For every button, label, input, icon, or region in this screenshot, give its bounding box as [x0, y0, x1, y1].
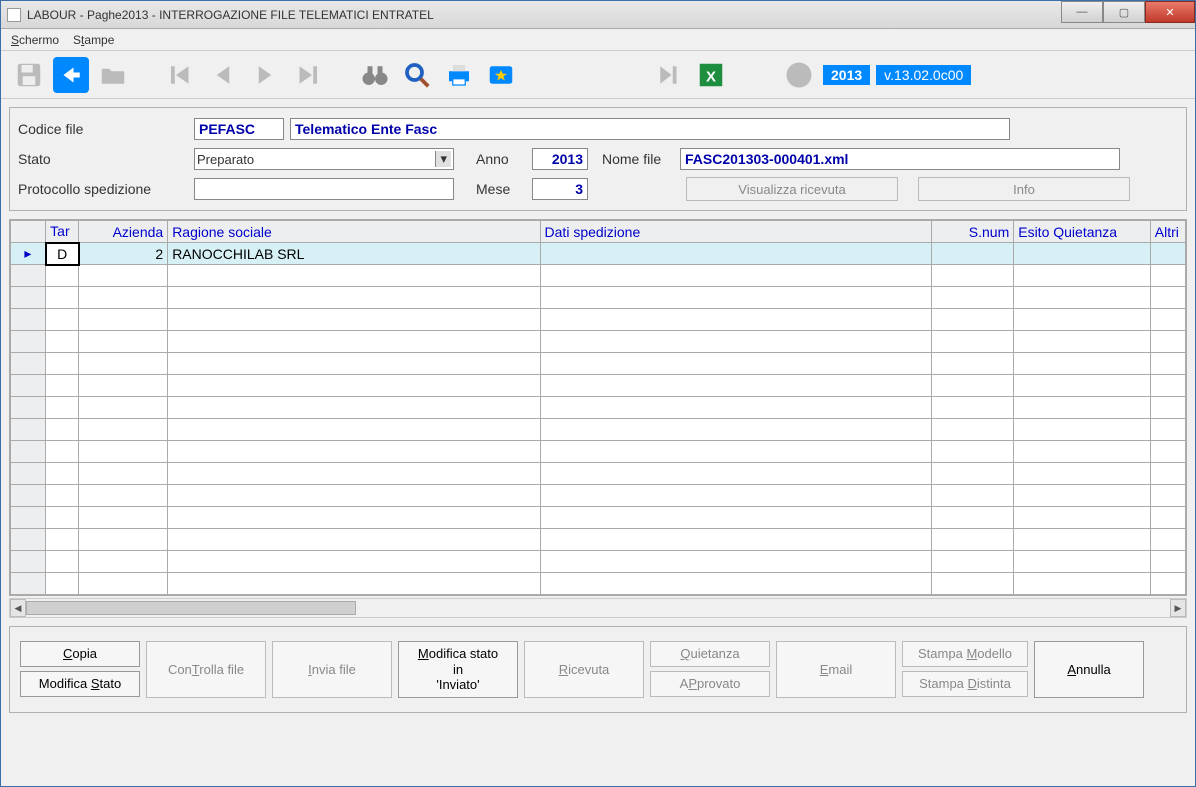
scroll-thumb[interactable]: [26, 601, 356, 615]
table-row[interactable]: [11, 463, 1186, 485]
form-panel: Codice file PEFASC Telematico Ente Fasc …: [9, 107, 1187, 211]
chevron-down-icon: ▾: [435, 151, 451, 167]
approvato-button[interactable]: APprovato: [650, 671, 770, 697]
favorite-icon[interactable]: [483, 57, 519, 93]
back-button[interactable]: [53, 57, 89, 93]
menubar: Schermo Stampe: [1, 29, 1195, 51]
row-marker: ▸: [11, 243, 46, 265]
anno-field[interactable]: 2013: [532, 148, 588, 170]
stampa-distinta-button[interactable]: Stampa Distinta: [902, 671, 1028, 697]
quietanza-button[interactable]: Quietanza: [650, 641, 770, 667]
cell-ragione: RANOCCHILAB SRL: [168, 243, 540, 265]
col-snum[interactable]: S.num: [931, 221, 1014, 243]
nome-file-label: Nome file: [594, 151, 674, 167]
codice-file-desc-field: Telematico Ente Fasc: [290, 118, 1010, 140]
skip-end-icon[interactable]: [651, 57, 687, 93]
scroll-right-arrow[interactable]: ▶: [1170, 599, 1186, 617]
table-row[interactable]: [11, 573, 1186, 595]
table-row[interactable]: [11, 331, 1186, 353]
table-row[interactable]: [11, 397, 1186, 419]
row-selector-header: [11, 221, 46, 243]
mese-label: Mese: [476, 181, 526, 197]
data-grid[interactable]: Tar Azienda Ragione sociale Dati spedizi…: [9, 219, 1187, 596]
grid-header-row: Tar Azienda Ragione sociale Dati spedizi…: [11, 221, 1186, 243]
horizontal-scrollbar[interactable]: ◀ ▶: [9, 598, 1187, 618]
info-button[interactable]: Info: [918, 177, 1130, 201]
modifica-inviato-line3: 'Inviato': [436, 677, 479, 693]
ricevuta-button[interactable]: Ricevuta: [524, 641, 644, 698]
cell-dati: [540, 243, 931, 265]
codice-file-label: Codice file: [18, 121, 188, 137]
stato-select-value: Preparato: [197, 152, 254, 167]
table-row[interactable]: [11, 507, 1186, 529]
app-window: LABOUR - Paghe2013 - INTERROGAZIONE FILE…: [0, 0, 1196, 787]
bottom-button-panel: Copia Modifica Stato ConTrolla file Invi…: [9, 626, 1187, 713]
visualizza-ricevuta-button[interactable]: Visualizza ricevuta: [686, 177, 898, 201]
last-record-icon[interactable]: [289, 57, 325, 93]
modifica-stato-button[interactable]: Modifica Stato: [20, 671, 140, 697]
minimize-button[interactable]: —: [1061, 1, 1103, 23]
next-record-icon[interactable]: [247, 57, 283, 93]
annulla-button[interactable]: Annulla: [1034, 641, 1144, 698]
folder-icon[interactable]: [95, 57, 131, 93]
col-ragione[interactable]: Ragione sociale: [168, 221, 540, 243]
table-row[interactable]: [11, 287, 1186, 309]
table-row[interactable]: [11, 353, 1186, 375]
previous-record-icon[interactable]: [205, 57, 241, 93]
first-record-icon[interactable]: [163, 57, 199, 93]
maximize-button[interactable]: ▢: [1103, 1, 1145, 23]
cell-snum: [931, 243, 1014, 265]
table-row[interactable]: [11, 375, 1186, 397]
table-row[interactable]: [11, 529, 1186, 551]
protocollo-field[interactable]: [194, 178, 454, 200]
print-icon[interactable]: [441, 57, 477, 93]
year-chip: 2013: [823, 65, 870, 85]
modifica-inviato-line2: in: [453, 662, 463, 678]
search-icon[interactable]: [399, 57, 435, 93]
modifica-stato-inviato-button[interactable]: Modifica statoin'Inviato': [398, 641, 518, 698]
binoculars-icon[interactable]: [357, 57, 393, 93]
titlebar: LABOUR - Paghe2013 - INTERROGAZIONE FILE…: [1, 1, 1195, 29]
table-row[interactable]: ▸ D 2 RANOCCHILAB SRL: [11, 243, 1186, 265]
cell-azienda: 2: [79, 243, 168, 265]
col-esito[interactable]: Esito Quietanza: [1014, 221, 1151, 243]
mese-field[interactable]: 3: [532, 178, 588, 200]
excel-icon[interactable]: X: [693, 57, 729, 93]
cell-esito: [1014, 243, 1151, 265]
email-button[interactable]: Email: [776, 641, 896, 698]
col-azienda[interactable]: Azienda: [79, 221, 168, 243]
version-chip: v.13.02.0c00: [876, 65, 971, 85]
close-button[interactable]: ✕: [1145, 1, 1195, 23]
window-title: LABOUR - Paghe2013 - INTERROGAZIONE FILE…: [27, 8, 434, 22]
copia-button[interactable]: Copia: [20, 641, 140, 667]
protocollo-label: Protocollo spedizione: [18, 181, 188, 197]
codice-file-field[interactable]: PEFASC: [194, 118, 284, 140]
invia-file-button[interactable]: Invia file: [272, 641, 392, 698]
cell-tar[interactable]: D: [46, 243, 79, 265]
cell-altri: [1150, 243, 1185, 265]
svg-text:X: X: [706, 68, 716, 85]
col-altri[interactable]: Altri: [1150, 221, 1185, 243]
toolbar: X 2013 v.13.02.0c00: [1, 51, 1195, 99]
col-tar[interactable]: Tar: [46, 221, 79, 243]
anno-label: Anno: [476, 151, 526, 167]
stato-label: Stato: [18, 151, 188, 167]
menu-stampe[interactable]: Stampe: [73, 33, 114, 47]
col-dati[interactable]: Dati spedizione: [540, 221, 931, 243]
table-row[interactable]: [11, 485, 1186, 507]
nome-file-field[interactable]: FASC201303-000401.xml: [680, 148, 1120, 170]
app-icon: [7, 8, 21, 22]
stato-select[interactable]: Preparato ▾: [194, 148, 454, 170]
table-row[interactable]: [11, 265, 1186, 287]
controlla-file-button[interactable]: ConTrolla file: [146, 641, 266, 698]
status-dot-icon: [781, 57, 817, 93]
stampa-modello-button[interactable]: Stampa Modello: [902, 641, 1028, 667]
table-row[interactable]: [11, 419, 1186, 441]
scroll-left-arrow[interactable]: ◀: [10, 599, 26, 617]
save-icon[interactable]: [11, 57, 47, 93]
menu-schermo[interactable]: Schermo: [11, 33, 59, 47]
table-row[interactable]: [11, 551, 1186, 573]
table-row[interactable]: [11, 441, 1186, 463]
table-row[interactable]: [11, 309, 1186, 331]
